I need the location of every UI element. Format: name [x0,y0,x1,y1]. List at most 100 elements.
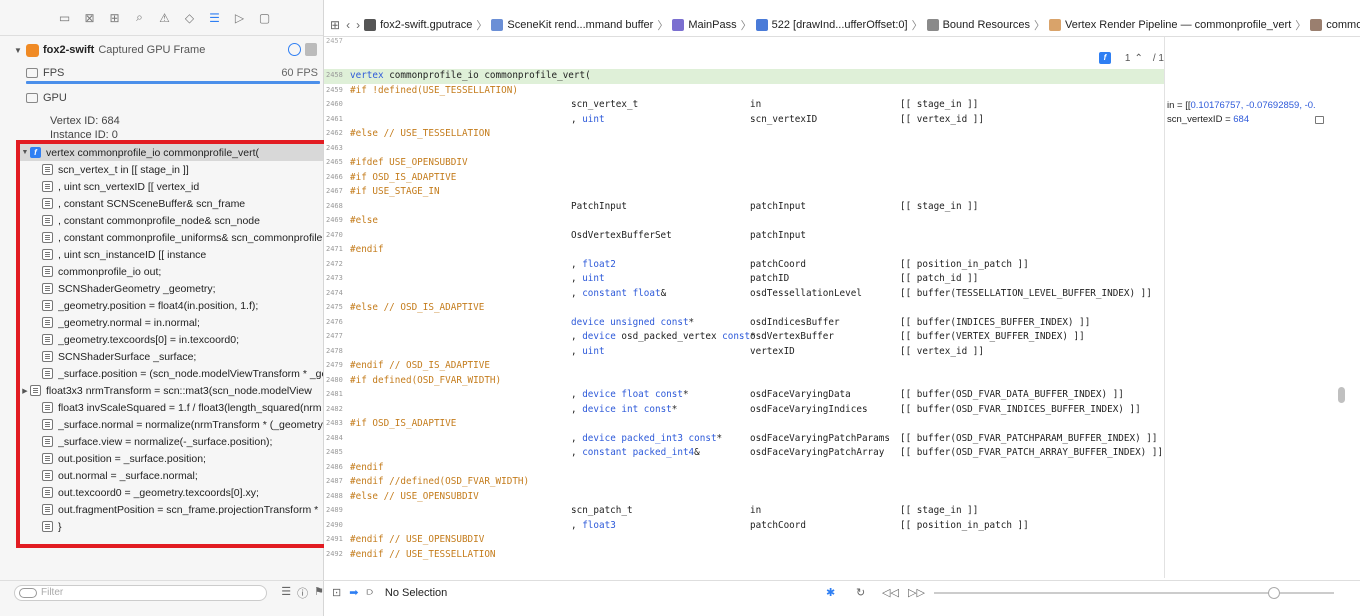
bug-icon[interactable]: ✱ [826,586,835,599]
vertex-id-label: Vertex ID: 684 [50,115,120,127]
memory-icon[interactable] [305,43,317,56]
reload-icon[interactable]: ↻ [856,586,865,599]
code-token-group: , float3 [571,519,616,534]
code-line[interactable]: 2477 , device osd_packed_vertex const* osd… [324,330,1164,345]
filter-input[interactable] [41,587,241,598]
stepper-icon[interactable]: ⌃ [1134,53,1142,64]
step-forward-icon[interactable]: ▷▷ [908,586,925,599]
code-token-group: #endif [350,243,384,258]
diamond-icon[interactable]: ◇ [181,9,198,26]
code-attribute: [[ buffer(INDICES_BUFFER_INDEX) ]] [900,316,1091,328]
scroll-knob[interactable] [1338,387,1345,403]
chevron-right-icon: 〉 [1034,20,1046,32]
code-line[interactable]: 2478, uint vertexID[[ vertex_id ]] [324,345,1164,360]
fps-meter[interactable]: FPS 60 FPS [26,67,320,87]
code-attribute: [[ stage_in ]] [900,200,979,212]
breadcrumb-item[interactable]: fox2-swift.gputrace 〉 [364,17,487,33]
breakpoint-icon[interactable]: ➡ [349,586,358,599]
code-line[interactable]: 2458 vertex commonprofile_io commonprofil… [324,69,1164,84]
code-line[interactable]: 2462 #else // USE_TESSELLATION [324,127,1164,142]
gpu-meter[interactable]: GPU [26,92,320,108]
line-number: 2458 [326,71,343,79]
code-line[interactable]: 2472, float2 patchCoord[[ position_in_pat… [324,258,1164,273]
code-token: float3 [582,519,616,531]
code-line[interactable]: 2484, device packed_int3 const* osdFaceVa… [324,432,1164,447]
code-token-group: , uint [571,345,605,360]
code-line[interactable]: 2491 #endif // USE_OPENSUBDIV [324,533,1164,548]
code-line[interactable]: 2467 #if USE_STAGE_IN [324,185,1164,200]
slider-knob[interactable] [1268,587,1280,599]
code-line[interactable]: 2475 #else // OSD_IS_ADAPTIVE [324,301,1164,316]
code-token: scn_vertex_t [571,99,639,110]
warning-icon[interactable]: ⚠ [156,9,173,26]
code-line[interactable]: 2476 device unsigned const* osdIndicesBuff… [324,316,1164,331]
breadcrumb-item[interactable]: MainPass 〉 [672,17,752,33]
breadcrumb-item[interactable]: 522 [drawInd...ufferOffset:0] 〉 [755,17,923,33]
code-token: #endif //defined(OSD_FVAR_WIDTH) [350,476,530,487]
code-line[interactable]: 2485, constant packed_int4& osdFaceVaryin… [324,446,1164,461]
in-value[interactable]: in = [[0.10176757, -0.07692859, -0. [1167,100,1316,111]
vertex-id-value[interactable]: scn_vertexID = 684 [1167,114,1249,125]
match-counter[interactable]: f 1 ⌃ / 1 [1098,52,1164,64]
symbol-icon[interactable]: ⊠ [81,9,98,26]
step-icon[interactable]: ⫐ [366,586,372,599]
code-line[interactable]: 2465 #ifdef USE_OPENSUBDIV [324,156,1164,171]
info-icon[interactable]: ⓘ [297,585,308,601]
code-line[interactable]: 2489 scn_patch_t in [[ stage_in ]] [324,504,1164,519]
filter-options-icon[interactable] [19,587,37,598]
code-line[interactable]: 2492 #endif // USE_TESSELLATION [324,548,1164,563]
code-line[interactable]: 2473, uint patchID[[ patch_id ]] [324,272,1164,287]
back-icon[interactable]: ‹ [346,17,350,33]
comment-icon[interactable]: ▢ [256,9,273,26]
code-token: , [571,345,583,357]
step-back-icon[interactable]: ◁◁ [882,586,899,599]
code-line[interactable]: 2470 OsdVertexBufferSet patchInput [324,229,1164,244]
gpu-label: GPU [43,92,67,104]
code-line[interactable]: 2459 #if !defined(USE_TESSELLATION) [324,84,1164,99]
disclosure-triangle-icon[interactable]: ▼ [14,46,26,55]
code-line[interactable]: 2487 #endif //defined(OSD_FVAR_WIDTH) [324,475,1164,490]
code-line[interactable]: 2479 #endif // OSD_IS_ADAPTIVE [324,359,1164,374]
code-line[interactable]: 2486 #endif [324,461,1164,476]
line-number: 2488 [326,491,343,500]
stack-icon[interactable]: ☰ [281,585,291,601]
code-token-group: device unsigned const* [571,316,694,331]
label-icon[interactable]: ▷ [231,9,248,26]
code-line[interactable]: 2488 #else // USE_OPENSUBDIV [324,490,1164,505]
shader-source-editor[interactable]: 2457 f 1 ⌃ / 1 2458 vertex commonprofile_… [324,37,1164,578]
list-icon[interactable]: ☰ [206,9,223,26]
code-line[interactable]: 2480 #if defined(OSD_FVAR_WIDTH) [324,374,1164,389]
preview-icon[interactable] [1315,116,1324,124]
code-line[interactable]: 2463 [324,142,1164,157]
breadcrumb-item[interactable]: SceneKit rend...mmand buffer 〉 [491,17,668,33]
code-line[interactable]: 2460 scn_vertex_t in [[ stage_in ]] [324,98,1164,113]
code-token-group: OsdVertexBufferSet [571,229,672,244]
flag-icon[interactable]: ⚑ [314,585,324,601]
breadcrumb-item[interactable]: Bound Resources 〉 [926,17,1046,33]
breadcrumb-item[interactable]: commonprofile_vert [1310,17,1360,33]
line-number: 2489 [326,506,343,514]
panel-toggle-icon[interactable]: ⊡ [332,586,341,599]
breadcrumb-item[interactable]: Vertex Render Pipeline — commonprofile_v… [1049,17,1306,33]
gauge-icon[interactable] [288,43,301,56]
code-line[interactable]: 2461, uint scn_vertexID[[ vertex_id ]] [324,113,1164,128]
code-line[interactable]: 2474, constant float& osdTessellationLeve… [324,287,1164,302]
code-line[interactable]: 2466 #if OSD_IS_ADAPTIVE [324,171,1164,186]
frame-header[interactable]: ▼ fox2-swift Captured GPU Frame [14,42,319,58]
code-line[interactable]: 2469 #else [324,214,1164,229]
code-line[interactable]: 2482, device int const* osdFaceVaryingInd… [324,403,1164,418]
code-line[interactable]: 2481, device float const* osdFaceVaryingD… [324,388,1164,403]
code-line[interactable]: 2471 #endif [324,243,1164,258]
selection-status: No Selection [384,586,448,599]
step-slider[interactable] [934,587,1334,599]
folder-icon[interactable]: ▭ [56,9,73,26]
code-line[interactable]: 2490, float3 patchCoord[[ position_in_pat… [324,519,1164,534]
frame-name: fox2-swift [43,44,95,56]
code-token: uint [582,113,605,125]
search-icon[interactable]: ⌕ [131,9,148,26]
filter-field[interactable] [14,584,268,601]
grid-icon[interactable]: ⊞ [330,17,340,33]
code-line[interactable]: 2483 #if OSD_IS_ADAPTIVE [324,417,1164,432]
hierarchy-icon[interactable]: ⊞ [106,9,123,26]
code-line[interactable]: 2468 PatchInput patchInput [[ stage_in ]] [324,200,1164,215]
